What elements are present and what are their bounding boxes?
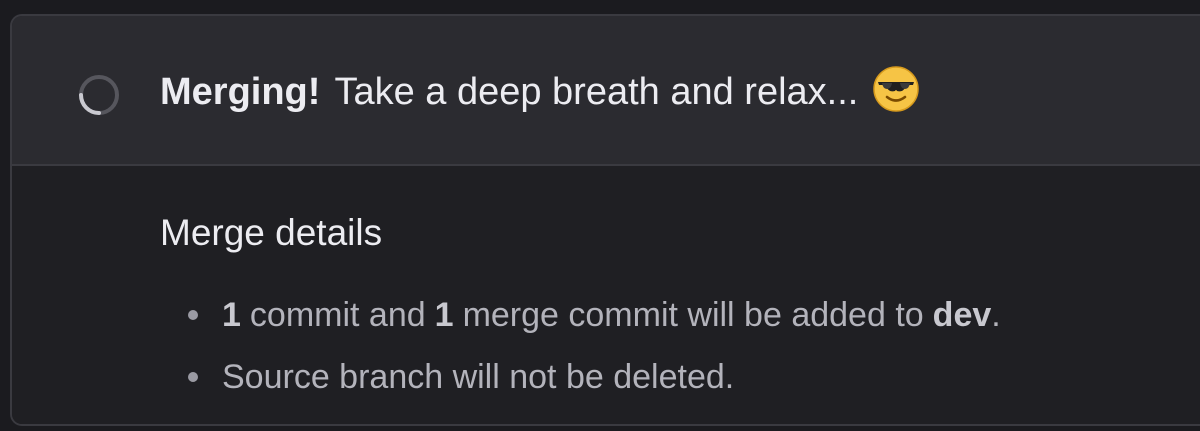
source-branch-text: Source branch will not be deleted. bbox=[222, 357, 735, 396]
relax-message: Take a deep breath and relax... bbox=[334, 71, 859, 113]
target-branch: dev bbox=[932, 295, 992, 334]
merging-label: Merging! bbox=[160, 71, 321, 113]
smiling-face-with-sunglasses-icon bbox=[873, 66, 920, 112]
merge-commit-text: merge commit will be added to bbox=[462, 295, 924, 334]
commit-count: 1 bbox=[222, 295, 241, 334]
merge-status-header: Merging! Take a deep breath and relax... bbox=[12, 16, 1200, 166]
merge-commit-count: 1 bbox=[434, 295, 454, 334]
spinner-icon bbox=[79, 75, 119, 115]
merge-detail-source-branch: Source branch will not be deleted. bbox=[160, 346, 1001, 408]
commit-text: commit and bbox=[249, 295, 426, 334]
merge-status-message: Merging! Take a deep breath and relax... bbox=[160, 62, 920, 122]
merge-status-card: Merging! Take a deep breath and relax...… bbox=[10, 14, 1200, 426]
sentence-end: . bbox=[991, 295, 1001, 334]
bullet-icon bbox=[188, 310, 198, 320]
merge-details-title: Merge details bbox=[160, 212, 383, 253]
merge-details-section: Merge details 1 commit and 1 merge commi… bbox=[12, 166, 1200, 424]
merge-details-list: 1 commit and 1 merge commit will be adde… bbox=[160, 284, 1001, 408]
merge-detail-commits: 1 commit and 1 merge commit will be adde… bbox=[160, 284, 1001, 346]
merge-status-page: Merging! Take a deep breath and relax...… bbox=[0, 0, 1200, 431]
bullet-icon bbox=[188, 372, 198, 382]
